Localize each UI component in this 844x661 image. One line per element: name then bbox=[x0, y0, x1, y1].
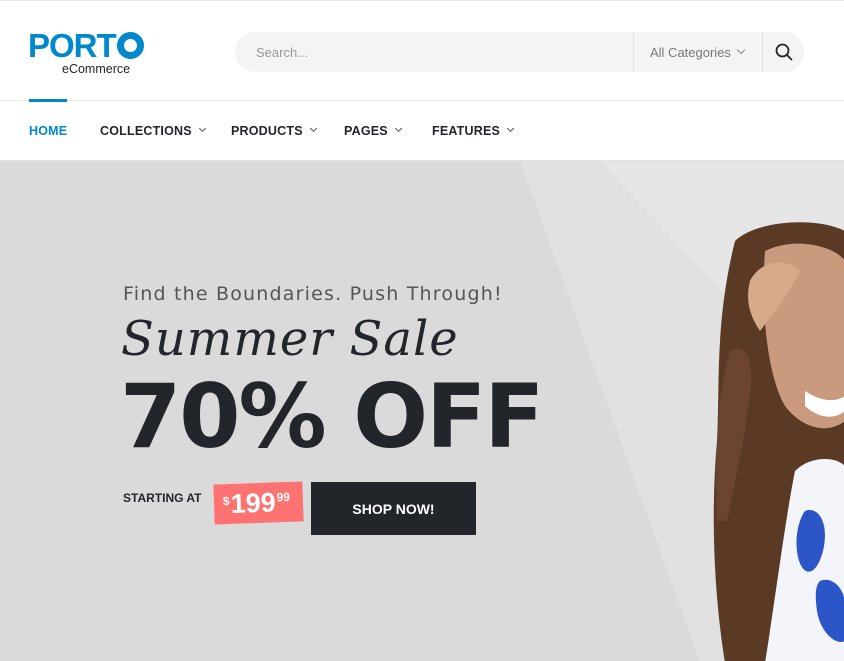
starting-at-label: STARTING AT bbox=[123, 491, 202, 505]
logo-o-icon bbox=[116, 32, 144, 59]
nav-item-features[interactable]: FEATURES bbox=[432, 101, 515, 160]
logo-text: PORT bbox=[28, 27, 117, 64]
chevron-down-icon bbox=[736, 45, 746, 55]
main-nav: HOME COLLECTIONS PRODUCTS PAGES FEATURES bbox=[0, 99, 844, 160]
chevron-down-icon bbox=[394, 124, 402, 133]
chevron-down-icon bbox=[198, 124, 206, 133]
hero-banner: Find the Boundaries. Push Through! Summe… bbox=[0, 160, 844, 661]
nav-item-label: PRODUCTS bbox=[231, 123, 303, 138]
price-currency: $ bbox=[222, 494, 230, 509]
search-button[interactable] bbox=[763, 32, 804, 72]
nav-item-label: COLLECTIONS bbox=[100, 123, 192, 138]
nav-item-label: HOME bbox=[29, 123, 68, 138]
search-input[interactable] bbox=[235, 32, 633, 72]
hero-discount: 70% OFF bbox=[120, 365, 544, 468]
price-cents: 99 bbox=[276, 489, 291, 505]
hero-script-title: Summer Sale bbox=[121, 311, 459, 367]
nav-item-pages[interactable]: PAGES bbox=[344, 101, 402, 160]
logo-word: PORT bbox=[28, 29, 144, 62]
logo-subtitle: eCommerce bbox=[62, 62, 131, 76]
price-amount: 199 bbox=[230, 487, 277, 519]
category-select[interactable]: All Categories bbox=[634, 32, 762, 72]
chevron-down-icon bbox=[507, 124, 515, 133]
hero-model-image bbox=[713, 222, 844, 661]
nav-item-home[interactable]: HOME bbox=[29, 99, 68, 160]
nav-item-products[interactable]: PRODUCTS bbox=[231, 101, 317, 160]
header: PORT eCommerce All Categories bbox=[0, 3, 844, 100]
hero-tagline: Find the Boundaries. Push Through! bbox=[123, 283, 503, 305]
search-icon bbox=[775, 43, 792, 61]
search-bar: All Categories bbox=[235, 32, 804, 72]
shop-now-button[interactable]: SHOP NOW! bbox=[311, 482, 476, 535]
logo[interactable]: PORT eCommerce bbox=[28, 29, 144, 77]
nav-item-label: PAGES bbox=[344, 123, 388, 138]
price-badge: $ 199 99 bbox=[213, 481, 304, 525]
chevron-down-icon bbox=[309, 124, 317, 133]
nav-item-label: FEATURES bbox=[432, 123, 501, 138]
nav-item-collections[interactable]: COLLECTIONS bbox=[100, 101, 206, 160]
category-select-label: All Categories bbox=[650, 44, 731, 60]
